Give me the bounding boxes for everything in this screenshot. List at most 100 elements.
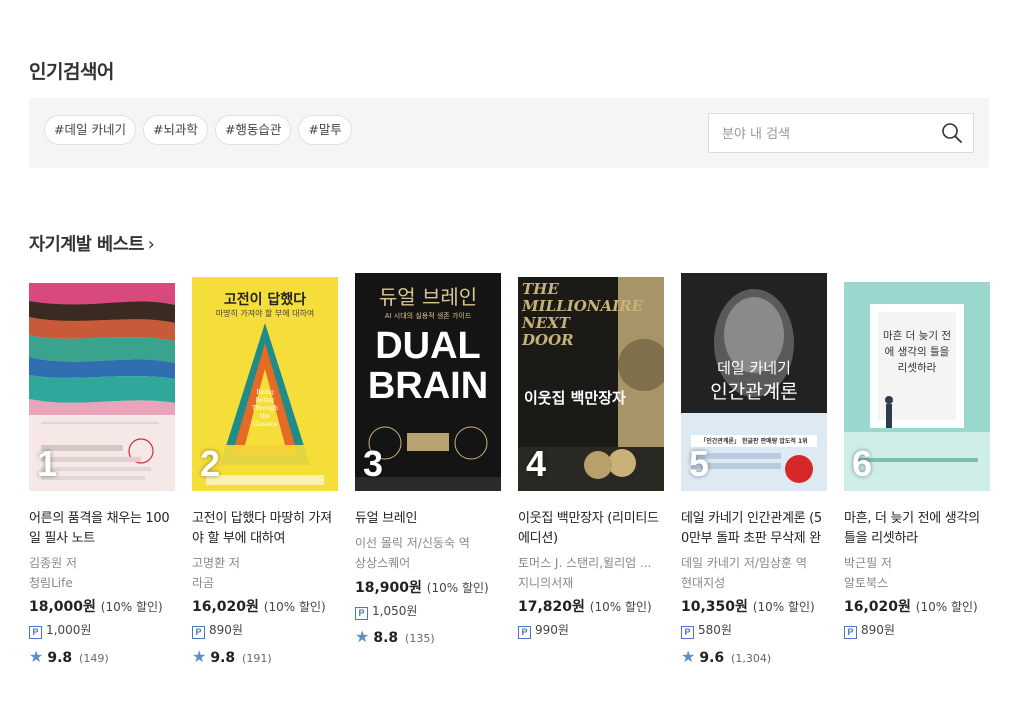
point-icon: P [192,626,205,639]
point-value: 1,000원 [46,623,92,637]
book-author[interactable]: 이선 몰릭 저/신동숙 역 [355,534,501,551]
cover-title: 마흔 더 늦기 전에 생각의 틀을 리셋하라 [883,330,951,374]
cover-title: 인간관계론 [710,381,798,403]
book-cover[interactable]: 마흔 더 늦기 전에 생각의 틀을 리셋하라 6 [844,282,990,491]
book-rating: ★ 9.6 (1,304) [681,647,771,666]
book-price: 17,820원 (10% 할인) [518,596,652,616]
chevron-right-icon: › [147,235,155,255]
star-icon: ★ [355,627,370,646]
cover-korean-title: 듀얼 브레인 [378,285,478,309]
price-value: 18,000원 [29,599,96,615]
book-cover[interactable]: 1 [29,283,175,491]
point-value: 1,050원 [372,604,418,618]
book-author[interactable]: 고명환 저 [192,554,338,571]
rating-score: 9.8 [210,650,236,666]
book-publisher[interactable]: 청림Life [29,574,175,591]
review-count: (149) [79,652,109,665]
rank-number: 2 [200,443,221,484]
discount-rate: (10% 할인) [426,581,489,595]
point-icon: P [29,626,42,639]
point-icon: P [681,626,694,639]
book-publisher[interactable]: 현대지성 [681,574,827,591]
book-title[interactable]: 고전이 답했다 마땅히 가져야 할 부에 대하여 [192,509,338,549]
book-publisher[interactable]: 알토북스 [844,574,990,591]
book-point: P 890원 [844,621,895,639]
rank-number: 5 [689,443,710,484]
price-value: 18,900원 [355,580,422,596]
keyword-box: #데일 카네기 #뇌과학 #행동습관 #말투 [29,98,989,168]
book-point: P 990원 [518,621,569,639]
self-help-best-link[interactable]: 자기계발 베스트 › [29,231,155,256]
book-point: P 1,050원 [355,602,417,620]
book-cover[interactable]: 고전이 답했다 마땅히 가져야 할 부에 대하여 Being Better Th… [192,277,338,491]
book-price: 10,350원 (10% 할인) [681,596,815,616]
point-value: 580원 [698,623,732,637]
book-author[interactable]: 토머스 J. 스탠리,윌리엄 ... [518,554,664,571]
book-cover[interactable]: 듀얼 브레인 AI 시대의 실용적 생존 가이드 DUAL BRAIN 3 [355,273,501,491]
review-count: (1,304) [731,652,772,665]
search-icon[interactable] [941,122,963,144]
book-cover[interactable]: 데일 카네기 인간관계론 「인간관계론」 한글판 판매량 압도적 1위 5 [681,273,827,491]
rank-number: 6 [852,443,873,484]
popular-keywords-title: 인기검색어 [29,61,114,83]
book-title[interactable]: 이웃집 백만장자 (리미티드 에디션) [518,509,664,549]
discount-rate: (10% 할인) [263,600,326,614]
book-rating: ★ 9.8 (191) [192,647,272,666]
cover-title: 고전이 답했다 [223,292,307,308]
book-publisher[interactable]: 라곰 [192,574,338,591]
rank-number: 3 [363,443,384,484]
book-price: 18,000원 (10% 할인) [29,596,163,616]
price-value: 16,020원 [192,599,259,615]
review-count: (135) [405,632,435,645]
category-search-input[interactable] [720,114,934,154]
cover-english-title: THE MILLIONAIRE NEXT DOOR [522,280,644,349]
book-author[interactable]: 박근필 저 [844,554,990,571]
category-search-box [708,113,974,154]
price-value: 10,350원 [681,599,748,615]
book-point: P 890원 [192,621,243,639]
keyword-tag[interactable]: #행동습관 [214,115,292,145]
discount-rate: (10% 할인) [915,600,978,614]
book-author[interactable]: 김종원 저 [29,554,175,571]
book-rating: ★ 8.8 (135) [355,627,435,646]
discount-rate: (10% 할인) [100,600,163,614]
star-icon: ★ [681,647,696,666]
book-title[interactable]: 듀얼 브레인 [355,509,501,529]
point-value: 890원 [861,623,895,637]
book-title[interactable]: 어른의 품격을 채우는 100일 필사 노트 [29,509,175,549]
keyword-tag-list: #데일 카네기 #뇌과학 #행동습관 #말투 [44,115,352,145]
cover-triangle-text: Being Better Through the Classics [252,389,278,428]
price-value: 16,020원 [844,599,911,615]
cover-subtitle: AI 시대의 실용적 생존 가이드 [384,312,472,320]
keyword-tag[interactable]: #말투 [298,115,352,145]
book-title[interactable]: 데일 카네기 인간관계론 (50만부 돌파 초판 무삭제 완역본) [681,509,827,549]
rank-number: 4 [526,443,547,484]
self-help-best-title: 자기계발 베스트 [29,235,144,255]
book-author[interactable]: 데일 카네기 저/임상훈 역 [681,554,827,571]
book-price: 16,020원 (10% 할인) [844,596,978,616]
cover-author-name: 데일 카네기 [717,359,791,377]
cover-subtitle: 마땅히 가져야 할 부에 대하여 [215,309,315,318]
book-publisher[interactable]: 상상스퀘어 [355,554,501,571]
point-value: 890원 [209,623,243,637]
book-cover[interactable]: THE MILLIONAIRE NEXT DOOR 이웃집 백만장자 4 [518,277,664,491]
point-icon: P [355,607,368,620]
point-icon: P [844,626,857,639]
keyword-tag[interactable]: #데일 카네기 [44,115,136,145]
discount-rate: (10% 할인) [752,600,815,614]
rank-number: 1 [37,443,58,484]
book-point: P 1,000원 [29,621,91,639]
rating-score: 9.6 [699,650,725,666]
point-value: 990원 [535,623,569,637]
book-price: 16,020원 (10% 할인) [192,596,326,616]
review-count: (191) [242,652,272,665]
discount-rate: (10% 할인) [589,600,652,614]
keyword-tag[interactable]: #뇌과학 [142,115,208,145]
book-title[interactable]: 마흔, 더 늦기 전에 생각의 틀을 리셋하라 [844,509,990,549]
star-icon: ★ [29,647,44,666]
cover-english-line2: BRAIN [367,365,489,407]
cover-korean-title: 이웃집 백만장자 [524,389,626,407]
cover-english-line1: DUAL [375,325,481,367]
price-value: 17,820원 [518,599,585,615]
book-publisher[interactable]: 지니의서재 [518,574,664,591]
